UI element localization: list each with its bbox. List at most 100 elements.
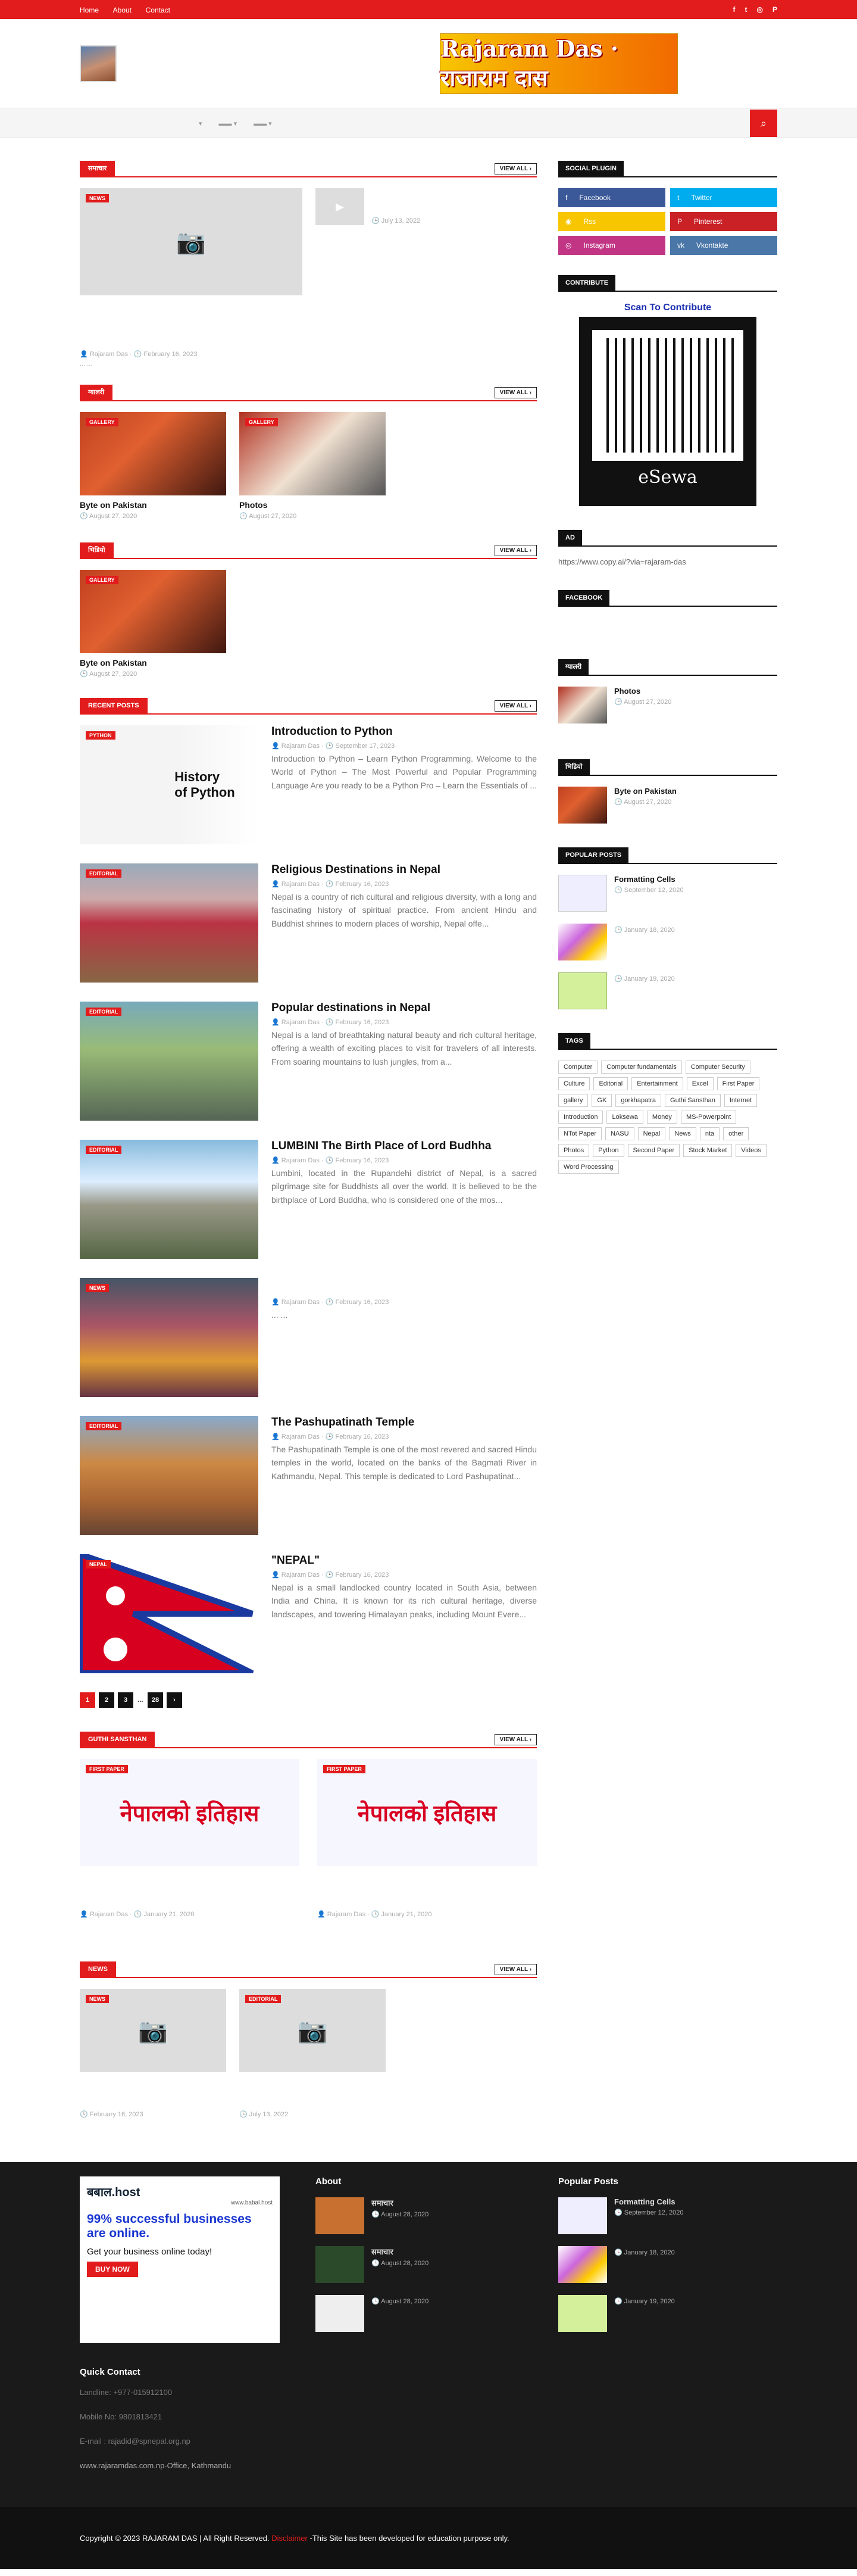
guthi-card[interactable]: FIRST PAPER नेपालको इतिहास 👤 Rajaram Das… [317,1759,537,1961]
view-all-button[interactable]: VIEW ALL › [494,1963,537,1975]
popular-post[interactable]: 🕒 January 18, 2020 [558,924,777,960]
next-page-button[interactable]: › [167,1692,182,1708]
post-title[interactable]: Popular destinations in Nepal [271,1002,537,1015]
post-image[interactable]: NEWS [80,1278,258,1397]
post-title[interactable]: Religious Destinations in Nepal [271,863,537,877]
video-card[interactable]: GALLERY Byte on Pakistan 🕒 August 27, 20… [80,570,226,678]
card-title[interactable]: Byte on Pakistan [80,658,226,668]
search-icon[interactable]: ⌕ [750,110,777,137]
footer-post[interactable]: 🕒 January 19, 2020 [558,2295,778,2332]
nav-contact-link[interactable]: Contact [146,6,170,14]
mini-post[interactable]: Photos 🕒 August 27, 2020 [558,687,777,723]
tag-item[interactable]: Excel [686,1077,714,1090]
popular-post[interactable]: Formatting Cells 🕒 September 12, 2020 [558,875,777,912]
tag-item[interactable]: Second Paper [627,1144,680,1157]
page-28[interactable]: 28 [148,1692,163,1708]
footer-post[interactable]: Formatting Cells 🕒 September 12, 2020 [558,2197,778,2234]
nav-home-link[interactable]: Home [80,6,99,14]
card-title[interactable]: Photos [239,500,386,510]
tag-item[interactable]: gorkhapatra [615,1094,662,1107]
twitter-icon[interactable]: t [745,5,747,14]
nav-dropdown-2[interactable]: ▬▬ ▾ [219,120,237,127]
post-image[interactable]: EDITORIAL [80,1002,258,1121]
vkontakte-button[interactable]: vk Vkontakte [670,236,777,255]
news-card[interactable]: EDITORIAL 📷 🕒 July 13, 2022 [239,1989,386,2120]
tag-item[interactable]: Money [646,1111,677,1124]
facebook-button[interactable]: f Facebook [558,188,665,207]
tag-item[interactable]: Guthi Sansthan [665,1094,721,1107]
ad-link[interactable]: https://www.copy.ai/?via=rajaram-das [558,557,777,566]
page-1[interactable]: 1 [80,1692,95,1708]
post-image[interactable]: EDITORIAL [80,863,258,983]
nav-dropdown-3[interactable]: ▬▬ ▾ [254,120,272,127]
footer-post[interactable]: 🕒 August 28, 2020 [315,2295,536,2332]
contact-website[interactable]: www.rajaramdas.com.np-Office, Kathmandu [80,2461,280,2470]
buy-now-button[interactable]: BUY NOW [87,2262,138,2277]
tag-item[interactable]: Editorial [593,1077,628,1090]
gallery-card[interactable]: GALLERY Byte on Pakistan 🕒 August 27, 20… [80,412,226,522]
tag-item[interactable]: other [723,1127,749,1140]
tag-item[interactable]: Computer fundamentals [601,1061,682,1074]
page-3[interactable]: 3 [118,1692,133,1708]
post-image[interactable]: NEPAL [77,1549,258,1676]
pinterest-icon[interactable]: P [772,5,777,14]
rss-button[interactable]: ◉ Rss [558,212,665,231]
view-all-button[interactable]: VIEW ALL › [494,700,537,712]
tag-item[interactable]: Loksewa [606,1111,643,1124]
site-banner[interactable]: Rajaram Das · राजाराम दास [440,33,678,94]
footer-post[interactable]: समाचार 🕒 August 28, 2020 [315,2246,536,2283]
tag-item[interactable]: Photos [558,1144,590,1157]
pinterest-button[interactable]: P Pinterest [670,212,777,231]
tag-item[interactable]: Computer Security [685,1061,750,1074]
post-image[interactable]: PYTHON History of Python [80,725,258,844]
mini-post[interactable]: Byte on Pakistan 🕒 August 27, 2020 [558,787,777,824]
tag-item[interactable]: First Paper [717,1077,760,1090]
site-logo[interactable] [80,45,117,82]
tag-item[interactable]: Stock Market [683,1144,733,1157]
tag-item[interactable]: Word Processing [558,1161,619,1174]
facebook-icon[interactable]: f [733,5,736,14]
footer-post[interactable]: समाचार 🕒 August 28, 2020 [315,2197,536,2234]
news-card[interactable]: NEWS 📷 🕒 February 16, 2023 [80,1989,226,2120]
post-title[interactable]: "NEPAL" [271,1554,537,1567]
tag-item[interactable]: Entertainment [631,1077,683,1090]
tag-item[interactable]: Introduction [558,1111,603,1124]
twitter-button[interactable]: t Twitter [670,188,777,207]
tag-item[interactable]: NASU [605,1127,634,1140]
instagram-button[interactable]: ◎ Instagram [558,236,665,255]
nav-dropdown-1[interactable]: ▾ [199,120,202,127]
view-all-button[interactable]: VIEW ALL › [494,1733,537,1745]
nav-about-link[interactable]: About [113,6,132,14]
post-title[interactable]: LUMBINI The Birth Place of Lord Budhha [271,1140,537,1153]
view-all-button[interactable]: VIEW ALL › [494,544,537,556]
featured-image[interactable]: NEWS 📷 [80,188,302,295]
disclaimer-link[interactable]: Disclaimer [271,2534,308,2543]
post-image[interactable]: EDITORIAL [80,1416,258,1535]
footer-ad[interactable]: बबाल.host www.babal.host 99% successful … [80,2176,280,2343]
contact-email[interactable]: E-mail : rajadid@spnepal.org.np [80,2437,280,2446]
instagram-icon[interactable]: ◎ [757,5,763,14]
tag-item[interactable]: GK [592,1094,612,1107]
card-title[interactable]: Byte on Pakistan [80,500,226,510]
qr-code[interactable]: eSewa [579,317,756,506]
tag-item[interactable]: News [669,1127,696,1140]
post-image[interactable]: EDITORIAL [80,1140,258,1259]
tag-item[interactable]: Culture [558,1077,590,1090]
tag-item[interactable]: gallery [558,1094,589,1107]
tag-item[interactable]: Python [593,1144,624,1157]
tag-item[interactable]: MS-Powerpoint [680,1111,737,1124]
view-all-button[interactable]: VIEW ALL › [494,386,537,398]
popular-post[interactable]: 🕒 January 19, 2020 [558,972,777,1009]
post-title[interactable]: Introduction to Python [271,725,537,738]
tag-item[interactable]: NTot Paper [558,1127,602,1140]
view-all-button[interactable]: VIEW ALL › [494,163,537,174]
guthi-card[interactable]: FIRST PAPER नेपालको इतिहास 👤 Rajaram Das… [80,1759,299,1961]
tag-item[interactable]: nta [699,1127,720,1140]
footer-post[interactable]: 🕒 January 18, 2020 [558,2246,778,2283]
post-title[interactable]: The Pashupatinath Temple [271,1416,537,1429]
gallery-card[interactable]: GALLERY Photos 🕒 August 27, 2020 [239,412,386,522]
tag-item[interactable]: Videos [736,1144,767,1157]
page-2[interactable]: 2 [99,1692,114,1708]
video-thumb[interactable]: ▶ [315,188,364,225]
tag-item[interactable]: Nepal [637,1127,666,1140]
